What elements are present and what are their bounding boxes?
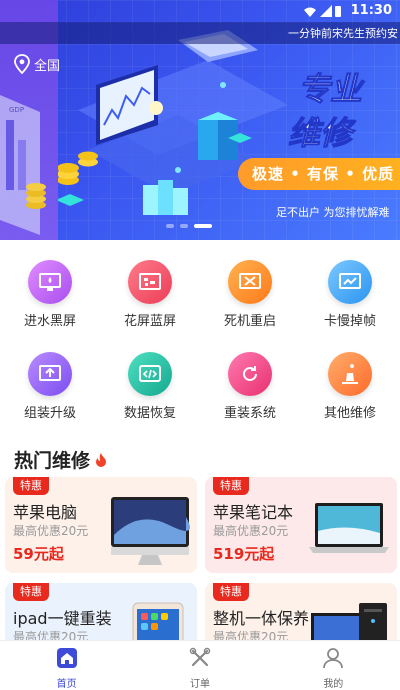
crash-restart-icon bbox=[228, 260, 272, 304]
reinstall-icon bbox=[228, 352, 272, 396]
tools-icon bbox=[189, 647, 211, 667]
glitch-screen-icon bbox=[128, 260, 172, 304]
service-label: 其他维修 bbox=[323, 406, 376, 421]
home-icon bbox=[56, 648, 77, 668]
status-icons bbox=[302, 4, 342, 23]
service-label: 数据恢复 bbox=[123, 406, 176, 421]
service-data-recovery[interactable]: 数据恢复 bbox=[100, 342, 200, 422]
user-icon bbox=[323, 648, 344, 669]
imac-image bbox=[111, 497, 190, 565]
booking-ticker: 一分钟前宋先生预约安 bbox=[0, 22, 400, 44]
bottom-tab-bar: 首页 订单 我的 bbox=[0, 640, 400, 690]
card-description: 最高优惠20元 bbox=[213, 524, 289, 538]
service-grid: 进水黑屏 花屏蓝屏 死机重启 卡慢掉帧 组装升级 数据恢复 重装系统 其他维修 bbox=[0, 250, 400, 430]
service-label: 卡慢掉帧 bbox=[323, 314, 376, 329]
banner-title-line1: 专业 bbox=[298, 70, 365, 108]
tab-orders[interactable]: 订单 bbox=[133, 641, 266, 690]
service-label: 组装升级 bbox=[23, 406, 76, 421]
service-label: 花屏蓝屏 bbox=[123, 314, 176, 329]
wifi-signal-battery-icons bbox=[304, 5, 341, 17]
discount-badge: 特惠 bbox=[213, 583, 249, 601]
carousel-indicator[interactable] bbox=[166, 224, 212, 228]
service-water-screen[interactable]: 进水黑屏 bbox=[0, 250, 100, 330]
card-description: 最高优惠20元 bbox=[13, 524, 89, 538]
tab-label: 订单 bbox=[189, 679, 210, 690]
repair-illustration bbox=[58, 30, 288, 215]
location-label: 全国 bbox=[34, 58, 61, 74]
fire-icon bbox=[96, 452, 107, 467]
service-label: 进水黑屏 bbox=[23, 314, 76, 329]
carousel-dot[interactable] bbox=[166, 224, 174, 228]
promo-banner[interactable]: GDP 11:30 一分钟前宋先生预约安 全国 专业 维修 极速 • 有保 • … bbox=[0, 0, 400, 240]
discount-badge: 特惠 bbox=[213, 477, 249, 495]
tab-label: 我的 bbox=[323, 679, 344, 690]
service-upgrade[interactable]: 组装升级 bbox=[0, 342, 100, 422]
banner-title: 专业 维修 bbox=[288, 70, 366, 153]
service-reinstall[interactable]: 重装系统 bbox=[200, 342, 300, 422]
service-glitch-screen[interactable]: 花屏蓝屏 bbox=[100, 250, 200, 330]
banner-tagline: 极速 • 有保 • 优质 • 正 bbox=[238, 158, 400, 190]
other-repair-icon bbox=[328, 352, 372, 396]
service-label: 重装系统 bbox=[223, 406, 276, 421]
water-screen-icon bbox=[28, 260, 72, 304]
service-lag[interactable]: 卡慢掉帧 bbox=[300, 250, 400, 330]
carousel-dot-active[interactable] bbox=[194, 224, 212, 228]
tab-profile[interactable]: 我的 bbox=[267, 641, 400, 690]
card-title: ipad一键重装 bbox=[13, 609, 112, 628]
ticker-text: 一分钟前宋先生预约安 bbox=[288, 27, 398, 40]
lag-icon bbox=[328, 260, 372, 304]
status-bar: 11:30 bbox=[0, 0, 400, 22]
hot-repair-title: 热门维修 bbox=[14, 450, 91, 472]
service-crash-restart[interactable]: 死机重启 bbox=[200, 250, 300, 330]
carousel-dot[interactable] bbox=[180, 224, 188, 228]
banner-subtagline: 足不出户 为您排忧解难 bbox=[276, 206, 390, 219]
app-screen: GDP 11:30 一分钟前宋先生预约安 全国 专业 维修 极速 • 有保 • … bbox=[0, 0, 400, 690]
data-recovery-icon bbox=[128, 352, 172, 396]
hot-repair-heading: 热门维修 bbox=[14, 446, 108, 473]
card-price: 59元起 bbox=[13, 545, 64, 563]
hot-card-apple-laptop[interactable]: 特惠 苹果笔记本 最高优惠20元 519元起 bbox=[205, 477, 397, 573]
status-time: 11:30 bbox=[350, 3, 392, 18]
upgrade-icon bbox=[28, 352, 72, 396]
discount-badge: 特惠 bbox=[13, 583, 49, 601]
location-pin-icon bbox=[14, 54, 30, 74]
hot-card-apple-pc[interactable]: 特惠 苹果电脑 最高优惠20元 59元起 bbox=[5, 477, 197, 573]
card-title: 苹果电脑 bbox=[13, 503, 78, 522]
tab-home[interactable]: 首页 bbox=[0, 641, 133, 690]
card-price: 519元起 bbox=[213, 545, 275, 563]
service-label: 死机重启 bbox=[223, 314, 276, 329]
discount-badge: 特惠 bbox=[13, 477, 49, 495]
card-title: 苹果笔记本 bbox=[213, 503, 294, 522]
gdp-label: GDP bbox=[9, 106, 24, 114]
service-other-repair[interactable]: 其他维修 bbox=[300, 342, 400, 422]
macbook-image bbox=[309, 503, 389, 553]
card-title: 整机一体保养 bbox=[213, 609, 310, 628]
location-selector[interactable]: 全国 bbox=[14, 54, 60, 74]
tab-label: 首页 bbox=[56, 679, 77, 690]
banner-title-line2: 维修 bbox=[288, 114, 357, 152]
